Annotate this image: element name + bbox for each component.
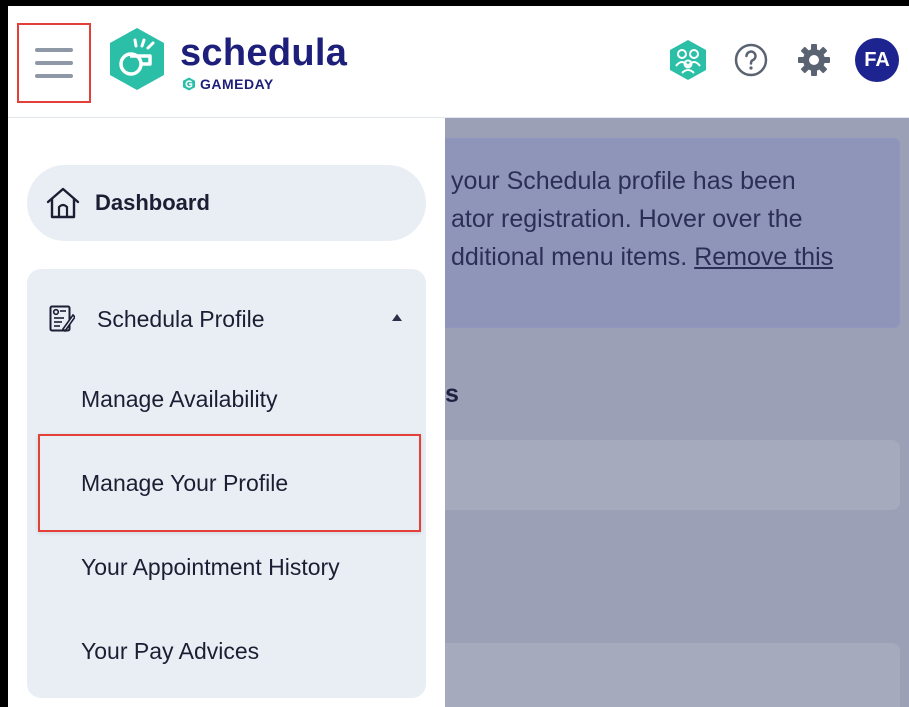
brand-subtitle: GAMEDAY xyxy=(182,76,274,92)
section-heading: s xyxy=(445,380,459,408)
caret-up-icon xyxy=(392,314,402,321)
sidebar-item-label: Your Pay Advices xyxy=(81,637,260,664)
hamburger-menu-button[interactable] xyxy=(17,23,91,103)
banner-line: ator registration. Hover over the xyxy=(451,205,803,233)
sidebar-group-toggle[interactable]: Schedula Profile xyxy=(27,269,426,369)
sidebar-item-manage-your-profile[interactable]: Manage Your Profile xyxy=(27,453,426,513)
sidebar-item-label: Manage Availability xyxy=(81,385,278,412)
sidebar-group-label: Schedula Profile xyxy=(97,305,265,332)
sidebar-item-appointment-history[interactable]: Your Appointment History xyxy=(27,537,426,597)
content-card: . xyxy=(445,440,900,510)
header-actions: FA xyxy=(647,38,899,82)
sidebar-item-dashboard[interactable]: Dashboard xyxy=(27,165,426,241)
sidebar-item-label: Manage Your Profile xyxy=(81,469,289,496)
hamburger-menu-icon xyxy=(35,48,73,78)
banner-line-text: dditional menu items. xyxy=(451,243,688,271)
brand-name: schedula xyxy=(180,32,348,74)
sidebar-menu: Dashboard Schedula Profile Manage Availa… xyxy=(8,118,445,707)
sidebar-item-label: Your Appointment History xyxy=(81,553,340,580)
help-icon xyxy=(734,43,768,77)
help-button[interactable] xyxy=(729,38,773,82)
sidebar-group-schedula-profile: Schedula Profile Manage Availability Man… xyxy=(27,269,426,698)
sidebar-item-pay-advices[interactable]: Your Pay Advices xyxy=(27,621,426,681)
banner-line: your Schedula profile has been xyxy=(451,167,796,195)
team-icon xyxy=(670,40,706,80)
info-banner-text: your Schedula profile has been ator regi… xyxy=(451,162,909,276)
content-card xyxy=(445,643,900,707)
top-header: schedula GAMEDAY FA xyxy=(8,6,909,118)
main-content-overlay: your Schedula profile has been ator regi… xyxy=(445,118,909,707)
banner-line: dditional menu items. Remove this xyxy=(451,238,909,276)
settings-gear-icon xyxy=(798,44,830,76)
brand-subtitle-text: GAMEDAY xyxy=(200,76,274,92)
whistle-logo-icon xyxy=(110,28,164,90)
app-frame: your Schedula profile has been ator regi… xyxy=(0,0,909,707)
remove-banner-link[interactable]: Remove this xyxy=(694,243,833,271)
avatar: FA xyxy=(855,38,899,82)
sidebar-item-manage-availability[interactable]: Manage Availability xyxy=(27,369,426,429)
sidebar-item-label: Dashboard xyxy=(95,190,210,215)
profile-form-icon xyxy=(49,305,75,333)
team-button[interactable] xyxy=(666,38,710,82)
settings-button[interactable] xyxy=(792,38,836,82)
user-avatar-button[interactable]: FA xyxy=(855,38,899,82)
gameday-logo-icon xyxy=(183,77,195,91)
home-icon xyxy=(46,187,80,219)
frame-edge-left xyxy=(0,0,8,707)
